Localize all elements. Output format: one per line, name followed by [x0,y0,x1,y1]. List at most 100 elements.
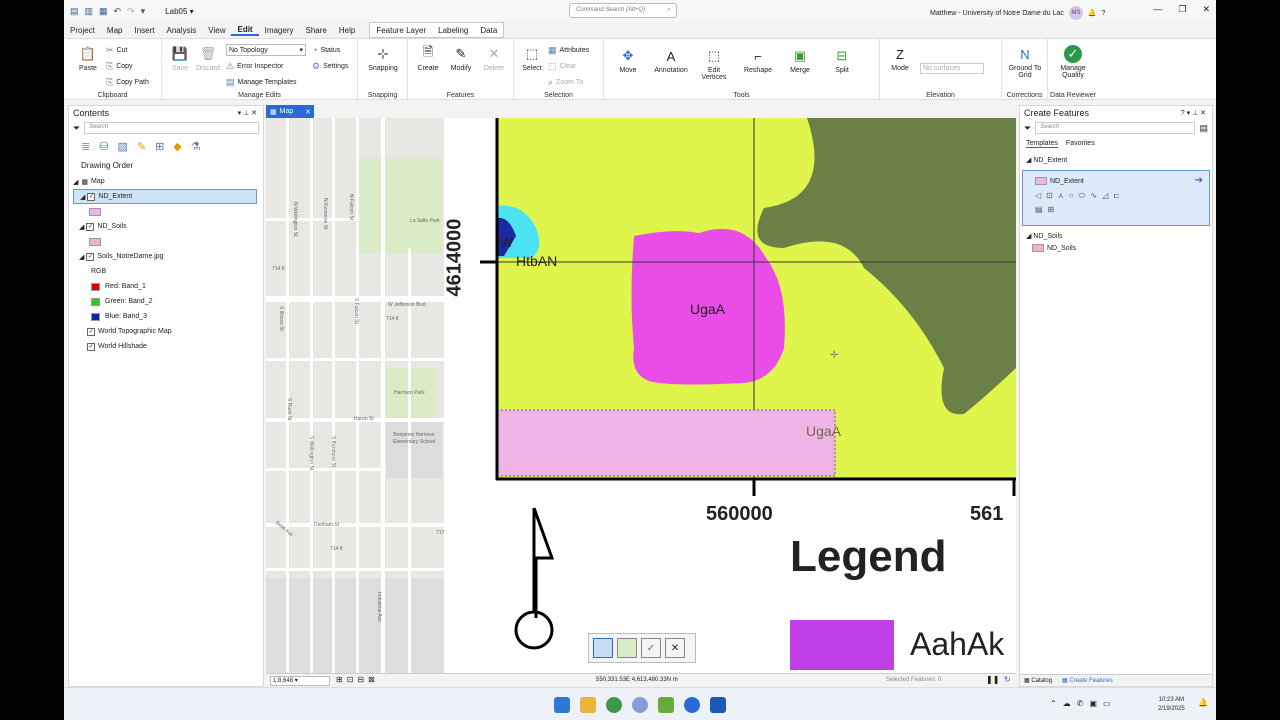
tab-catalog[interactable]: ▦ Catalog [1024,677,1052,684]
menu-share[interactable]: Share [300,26,333,35]
pane-controls-icon[interactable]: ▾ ⊥ ✕ [238,109,257,117]
tab-favorites[interactable]: Favorites [1066,140,1095,148]
redo-icon[interactable]: ↷ [127,6,135,17]
manage-templates-button[interactable]: ▤ Manage Templates [226,77,297,88]
merge-button[interactable]: ▣ Merge [782,47,818,74]
open-icon[interactable]: ▤ [70,6,79,17]
selection-icon[interactable]: ▧ [117,140,127,153]
copy-button[interactable]: ⎘ Copy [106,61,133,72]
save-project-icon[interactable]: ▦ [99,6,108,17]
labeling-icon[interactable]: ◆ [173,140,181,153]
polygon-tool-icon[interactable] [617,638,637,658]
minimize-icon[interactable]: — [1153,4,1162,15]
cut-button[interactable]: ✂ Cut [106,45,127,56]
drawing-order-icon[interactable]: ≣ [81,140,90,153]
charts-icon[interactable]: ⚗ [191,140,201,153]
layer-soils-jpg[interactable]: ◢ ✓ Soils_NotreDame.jpg [73,249,263,264]
tab-templates[interactable]: Templates [1026,140,1058,148]
manage-quality-button[interactable]: ✓ Manage Quality [1055,45,1091,79]
user-info[interactable]: Matthew - University of Notre Dame du La… [930,6,1105,20]
map-view[interactable]: La Salle Park W Jefferson Blvd Harrison … [266,118,1016,673]
menu-help[interactable]: Help [333,26,361,35]
clock[interactable]: 10:23 AM 2/19/2025 [1158,696,1185,714]
menu-analysis[interactable]: Analysis [160,26,202,35]
paste-button[interactable]: 📋 Paste [70,45,106,72]
template-nd-soils[interactable]: ND_Soils [1020,244,1212,252]
start-icon[interactable] [554,697,570,713]
layer-nd-extent[interactable]: ◢ ✓ ND_Extent [73,189,257,204]
split-button[interactable]: ⊟ Split [824,47,860,74]
filter-icon[interactable]: ⏷ [73,123,80,134]
tab-create-features[interactable]: ▦ Create Features [1062,677,1113,684]
editing-icon[interactable]: ✎ [137,140,146,153]
pause-icon[interactable]: ❚❚ [986,675,999,684]
source-icon[interactable]: ⛁ [99,140,108,153]
tab-feature-layer[interactable]: Feature Layer [370,26,432,35]
snapping-button[interactable]: ⊹ Snapping [365,45,401,72]
r-app-icon[interactable] [632,697,648,713]
snapping-list-icon[interactable]: ⊞ [155,140,164,153]
layer-visibility-checkbox[interactable]: ✓ [87,342,95,351]
customize-icon[interactable]: ▾ [141,6,146,17]
cancel-icon[interactable]: ✕ [665,638,685,658]
word-icon[interactable] [710,697,726,713]
menu-insert[interactable]: Insert [128,26,160,35]
construction-tools-icons[interactable]: ◁⊡⋏○⬭∿◿⊏ [1035,191,1125,201]
elevation-mode-button[interactable]: Z Mode [882,45,918,73]
layer-hillshade[interactable]: ✓ World Hillshade [73,339,263,354]
layer-topographic[interactable]: ✓ World Topographic Map [73,324,263,339]
layer-nd-soils[interactable]: ◢ ✓ ND_Soils [73,219,263,234]
menu-project[interactable]: Project [64,26,101,35]
scale-dropdown[interactable]: 1:8,648 ▾ [270,676,330,686]
refresh-icon[interactable]: ↻ [1004,675,1011,684]
map-node[interactable]: ◢ ▦ Map [73,174,263,189]
status-button[interactable]: ◔ Status [312,45,340,55]
undo-icon[interactable]: ↶ [114,6,122,17]
attributes-button[interactable]: ▦ Attributes [548,45,589,56]
file-explorer-icon[interactable] [580,697,596,713]
menu-view[interactable]: View [202,26,231,35]
command-search[interactable]: Command Search (Alt+Q) ⌕ [569,3,677,18]
filter-icon[interactable]: ⏷ [1024,123,1031,134]
manage-templates-icon[interactable]: ▤ [1199,123,1208,134]
settings-button[interactable]: ⚙ Settings [312,61,348,72]
rectangle-select-icon[interactable] [593,638,613,658]
layer-visibility-checkbox[interactable]: ✓ [86,252,95,261]
template-group-nd-extent[interactable]: ◢ ND_Extent [1020,152,1212,168]
pane-controls-icon[interactable]: ? ▾ ⊥ ✕ [1181,109,1206,117]
nd-extent-polygon[interactable] [496,409,836,477]
move-button[interactable]: ✥ Move [610,47,646,74]
restore-icon[interactable]: ❐ [1178,4,1186,15]
discard-edits-button[interactable]: 🗑 Discard [190,45,226,72]
construction-tools-row2-icons[interactable]: ▤⊞ [1035,205,1059,214]
clear-button[interactable]: ⬚ Clear [548,61,576,72]
tab-map[interactable]: ▦ Map ✕ [266,105,314,118]
arrow-right-icon[interactable]: ➔ [1195,175,1203,186]
layer-visibility-checkbox[interactable]: ✓ [87,327,95,336]
annotation-button[interactable]: A Annotation [650,47,692,75]
menu-edit[interactable]: Edit [231,25,259,36]
notification-icon[interactable]: 🔔 [1088,9,1097,17]
topology-dropdown[interactable]: No Topology ▾ [226,44,306,56]
close-icon[interactable]: ✕ [1202,4,1210,15]
layer-visibility-checkbox[interactable]: ✓ [86,222,95,231]
help-icon[interactable]: ? [1102,10,1106,17]
reshape-button[interactable]: ⌐ Reshape [740,47,776,75]
tab-labeling[interactable]: Labeling [432,26,474,35]
edit-vertices-button[interactable]: ⬚ Edit Vertices [696,47,732,81]
template-group-nd-soils[interactable]: ◢ ND_Soils [1020,228,1212,244]
copy-path-button[interactable]: ⎘ Copy Path [106,77,149,88]
zoom-to-button[interactable]: ⌕ Zoom To [548,77,583,88]
tab-data[interactable]: Data [474,26,503,35]
arcgis-pro-icon[interactable] [684,697,700,713]
new-icon[interactable]: ▥ [85,6,94,17]
template-nd-extent[interactable]: ND_Extent ➔ ◁⊡⋏○⬭∿◿⊏ ▤⊞ [1022,170,1210,226]
map-nav-icons[interactable]: ⊞⊡⊟⊠ [336,675,379,684]
chrome-icon[interactable] [606,697,622,713]
contents-search[interactable]: Search [84,122,259,134]
surface-dropdown[interactable]: No surfaces [920,63,984,74]
templates-search[interactable]: Search [1035,122,1196,134]
menu-imagery[interactable]: Imagery [259,26,300,35]
project-name[interactable]: Lab05 ▾ [165,7,194,16]
close-icon[interactable]: ✕ [305,108,311,116]
